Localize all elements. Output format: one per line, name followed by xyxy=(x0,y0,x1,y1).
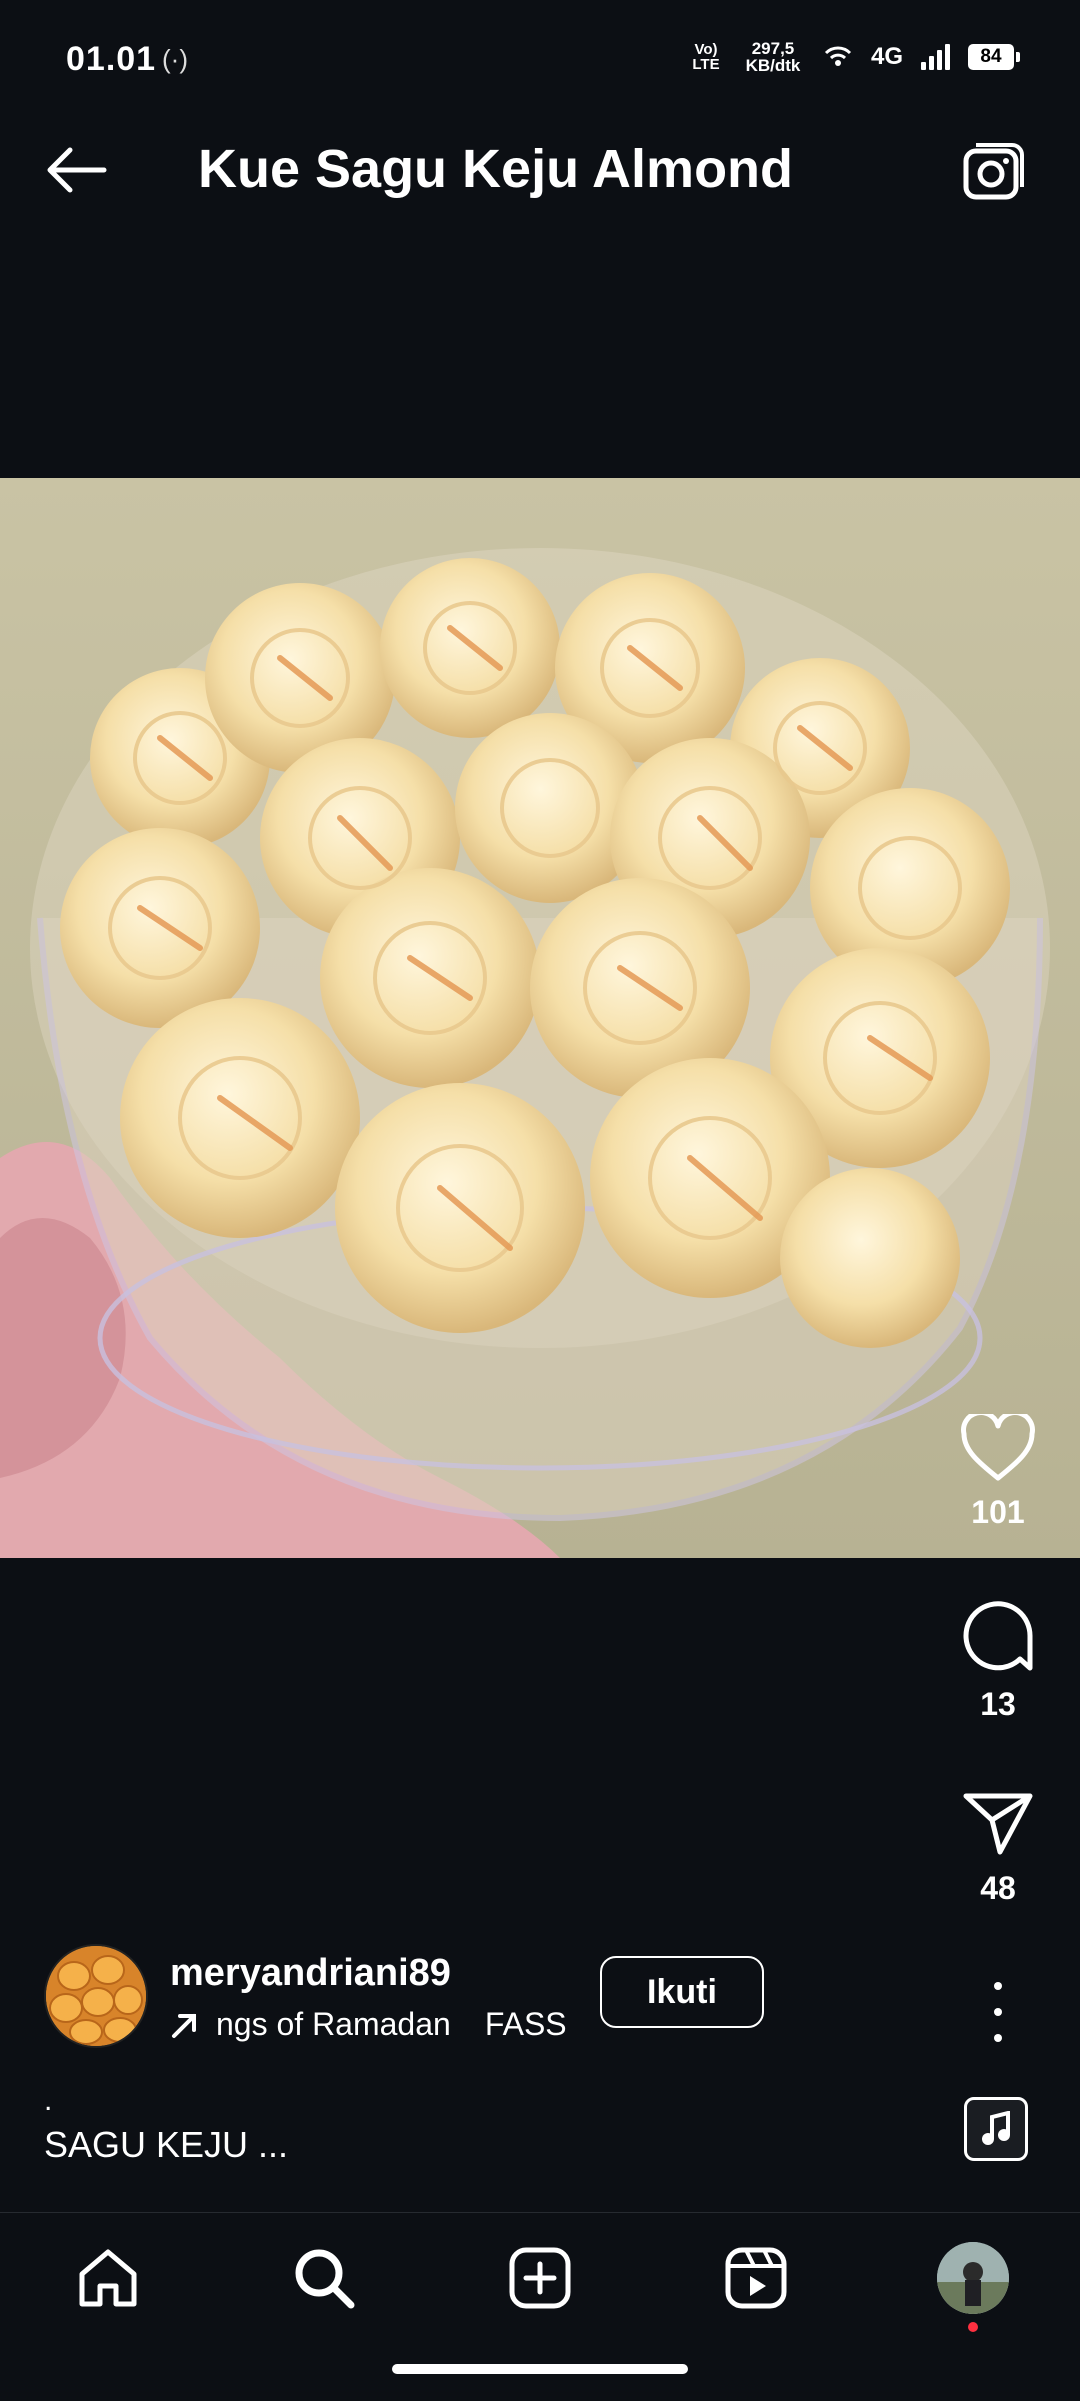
home-indicator[interactable] xyxy=(392,2364,688,2374)
share-action[interactable]: 48 xyxy=(958,1790,1038,1907)
caption-line: . xyxy=(44,2084,53,2117)
signal-icon xyxy=(921,44,950,70)
trending-arrow-icon xyxy=(172,2013,196,2038)
more-icon xyxy=(994,1982,1002,1990)
more-options-button[interactable] xyxy=(980,1982,1016,2042)
status-icons: Vo) LTE 297,5 KB/dtk 4G 84 xyxy=(689,39,1020,75)
wifi-icon xyxy=(823,41,853,73)
like-count: 101 xyxy=(971,1494,1025,1530)
search-icon xyxy=(295,2249,355,2309)
audio-track[interactable]: ngs of Ramadan FASS xyxy=(170,2006,570,2043)
reels-icon xyxy=(725,2247,787,2309)
music-icon xyxy=(982,2111,1010,2145)
like-action[interactable]: 101 xyxy=(958,1414,1038,1531)
home-icon xyxy=(79,2249,137,2307)
back-arrow-icon xyxy=(47,147,107,193)
network-type: 4G xyxy=(870,43,903,70)
camera-icon xyxy=(963,143,1024,200)
send-icon xyxy=(963,1793,1033,1855)
share-count: 48 xyxy=(980,1870,1016,1906)
nav-reels[interactable] xyxy=(716,2238,796,2318)
nav-profile[interactable] xyxy=(933,2238,1013,2318)
status-time: 01.01 xyxy=(66,40,157,78)
caption-text[interactable]: SAGU KEJU ... xyxy=(44,2124,288,2166)
hotspot-icon: (·) xyxy=(162,44,188,74)
notification-dot xyxy=(968,2322,978,2332)
author-avatar[interactable] xyxy=(44,1944,148,2048)
create-icon xyxy=(509,2247,571,2309)
comment-icon xyxy=(963,1601,1033,1671)
follow-button[interactable]: Ikuti xyxy=(600,1956,764,2028)
battery-icon: 84 xyxy=(968,44,1020,70)
profile-avatar xyxy=(937,2242,1009,2314)
heart-icon xyxy=(961,1414,1035,1481)
comment-count: 13 xyxy=(980,1686,1016,1722)
camera-button[interactable] xyxy=(958,140,1030,206)
back-button[interactable] xyxy=(40,140,112,200)
nav-home[interactable] xyxy=(68,2238,148,2318)
post-image[interactable] xyxy=(0,478,1080,1558)
nav-create[interactable] xyxy=(500,2238,580,2318)
original-audio-button[interactable] xyxy=(964,2097,1028,2161)
audio-title: ngs of Ramadan xyxy=(216,2006,451,2042)
net-speed: 297,5 KB/dtk xyxy=(745,39,801,75)
page-title: Kue Sagu Keju Almond xyxy=(198,139,794,199)
audio-title-next: FASS xyxy=(484,2006,567,2042)
nav-search[interactable] xyxy=(284,2238,364,2318)
volte-indicator: Vo) LTE xyxy=(692,41,720,73)
author-username[interactable]: meryandriani89 xyxy=(170,1952,451,1995)
comment-action[interactable]: 13 xyxy=(958,1598,1038,1723)
